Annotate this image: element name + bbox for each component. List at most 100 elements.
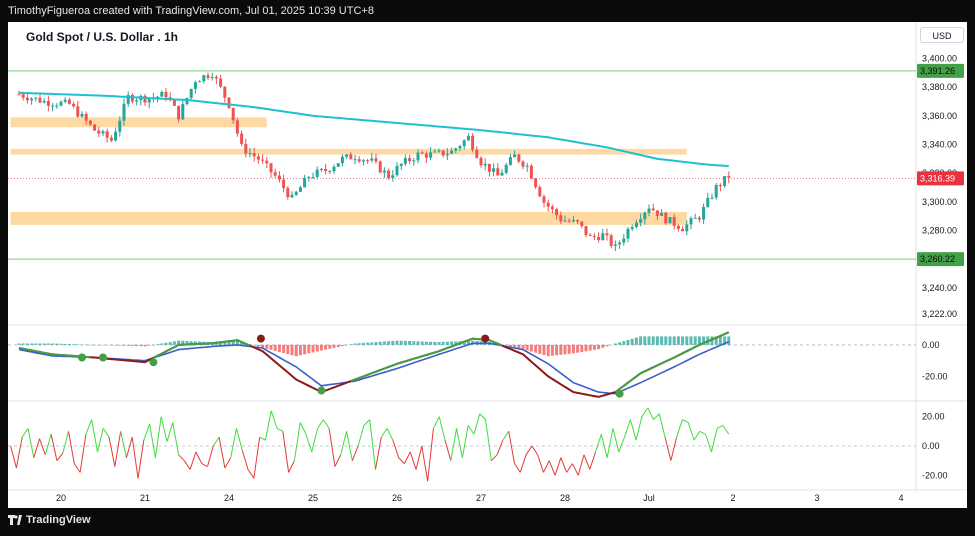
oscillator-segment — [340, 431, 348, 455]
macd-tick-label: -20.00 — [922, 371, 948, 381]
macd-histogram-bar — [660, 336, 664, 345]
candle-body — [672, 217, 676, 226]
oscillator-segment — [131, 437, 139, 479]
tradingview-logo-icon — [8, 515, 22, 525]
macd-histogram-bar — [277, 344, 281, 352]
macd-cross-marker — [615, 389, 624, 398]
oscillator-segment — [218, 437, 226, 469]
macd-histogram-bar — [634, 337, 638, 345]
oscillator-segment — [305, 434, 313, 453]
candle-body — [424, 153, 428, 158]
candle-body — [319, 168, 323, 170]
oscillator-segment — [641, 407, 649, 417]
oscillator-segment — [334, 454, 342, 467]
oscillator-segment — [629, 419, 637, 441]
candle-body — [458, 146, 462, 149]
oscillator-segment — [39, 438, 46, 455]
candle-body — [592, 235, 596, 237]
candle-body — [584, 226, 588, 235]
candle-body — [483, 163, 487, 166]
chart-canvas[interactable]: 3,400.003,380.003,360.003,340.003,320.00… — [0, 0, 975, 536]
macd-histogram-bar — [72, 344, 76, 345]
oscillator-segment — [62, 431, 70, 454]
macd-histogram-bar — [38, 343, 42, 345]
oscillator-segment — [722, 425, 730, 435]
macd-histogram-bar — [689, 336, 693, 345]
oscillator-segment — [114, 431, 122, 467]
macd-histogram-bar — [387, 341, 391, 345]
macd-histogram-bar — [588, 344, 592, 351]
time-tick-label: 28 — [560, 493, 570, 503]
macd-histogram-bar — [374, 342, 378, 345]
candle-body — [273, 172, 277, 176]
oscillator-segment — [241, 450, 249, 470]
candle-body — [252, 153, 256, 157]
candle-body — [710, 197, 714, 199]
macd-histogram-bar — [378, 341, 382, 345]
oscillator-segment — [571, 463, 579, 476]
macd-histogram-bar — [639, 336, 643, 345]
macd-histogram-bar — [626, 339, 630, 345]
macd-histogram-bar — [513, 344, 517, 348]
candle-body — [340, 156, 344, 164]
oscillator-segment — [618, 437, 626, 453]
candle-body — [147, 99, 151, 103]
oscillator-segment — [183, 460, 191, 470]
candle-body — [109, 137, 113, 141]
candle-body — [723, 176, 727, 186]
candle-body — [298, 187, 302, 192]
candle-body — [349, 154, 353, 160]
candle-body — [571, 219, 575, 222]
oscillator-segment — [676, 419, 683, 438]
macd-histogram-bar — [307, 344, 311, 354]
oscillator-segment — [85, 419, 93, 435]
candle-body — [240, 133, 244, 144]
candle-body — [223, 86, 227, 98]
time-tick-label: Jul — [643, 493, 655, 503]
candle-body — [496, 168, 500, 176]
oscillator-segment — [612, 428, 620, 452]
candle-body — [643, 212, 647, 220]
candle-body — [361, 160, 365, 162]
oscillator-segment — [73, 463, 81, 473]
candle-body — [626, 228, 630, 239]
candle-body — [450, 150, 454, 154]
macd-histogram-bar — [156, 344, 160, 345]
macd-histogram-bar — [563, 344, 567, 355]
candle-body — [676, 225, 680, 229]
oscillator-segment — [409, 451, 417, 470]
oscillator-segment — [178, 454, 185, 462]
macd-histogram-bar — [555, 344, 559, 356]
macd-histogram-bar — [67, 344, 71, 345]
oscillator-segment — [10, 445, 17, 469]
macd-cross-marker — [256, 334, 265, 343]
macd-histogram-bar — [30, 343, 34, 345]
candle-body — [118, 120, 122, 132]
oscillator-segment — [50, 434, 58, 461]
candle-body — [269, 163, 273, 173]
macd-histogram-bar — [382, 341, 386, 345]
macd-histogram-bar — [332, 344, 336, 348]
macd-histogram-bar — [727, 336, 731, 345]
macd-histogram-bar — [517, 344, 521, 349]
candle-body — [55, 105, 59, 107]
macd-histogram-bar — [420, 341, 424, 345]
macd-histogram-bar — [84, 344, 88, 346]
price-tick-label: 3,380.00 — [922, 82, 957, 92]
brand-name: TradingView — [26, 514, 91, 526]
candle-body — [130, 94, 134, 102]
currency-button[interactable]: USD — [920, 27, 964, 43]
oscillator-segment — [108, 437, 116, 467]
oscillator-segment — [404, 451, 411, 464]
time-tick-label: 24 — [224, 493, 234, 503]
oscillator-segment — [351, 445, 359, 461]
macd-tick-label: 0.00 — [922, 340, 940, 350]
candle-body — [294, 191, 298, 195]
candle-body — [441, 150, 445, 156]
oscillator-segment — [664, 437, 672, 461]
oscillator-segment — [189, 451, 197, 470]
candle-body — [714, 185, 718, 198]
osc-tick-label: 20.00 — [922, 412, 945, 422]
oscillator-segment — [485, 419, 492, 461]
macd-histogram-bar — [164, 342, 168, 345]
